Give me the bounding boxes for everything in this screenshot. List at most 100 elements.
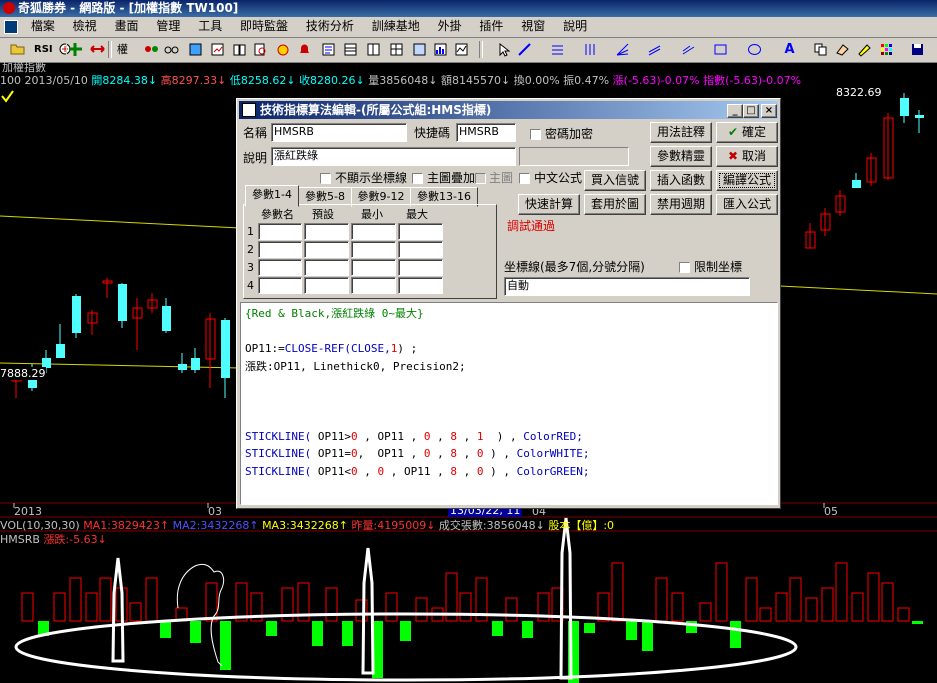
open-folder-icon[interactable] [8, 41, 27, 59]
book-icon[interactable] [230, 41, 249, 59]
candle-down [72, 296, 81, 333]
param-cell[interactable] [304, 223, 349, 240]
draw-fan-icon[interactable] [613, 41, 632, 59]
quick-calc-button[interactable]: 快速計算 [518, 194, 580, 215]
param-cell[interactable] [258, 223, 302, 240]
compile-button[interactable]: 編譯公式 [716, 170, 778, 191]
line-chart-icon[interactable] [452, 41, 471, 59]
menu-tools[interactable]: 工具 [191, 17, 229, 35]
param-cell[interactable] [351, 259, 396, 276]
draw-ellipse-icon[interactable] [745, 41, 764, 59]
menu-addins[interactable]: 插件 [472, 17, 510, 35]
param-cell[interactable] [304, 259, 349, 276]
dialog-titlebar[interactable]: 技術指標算法編輯-(所屬公式組:HMS指標) _ □ × [239, 101, 778, 119]
date-label-march: 03 [208, 505, 222, 518]
param-cell[interactable] [398, 241, 443, 258]
main-overlay-checkbox[interactable] [412, 173, 423, 184]
menu-bar: 檔案 檢視 畫面 管理 工具 即時監盤 技術分析 訓練基地 外掛 插件 視窗 說… [0, 17, 937, 38]
main-checkbox[interactable] [475, 173, 486, 184]
draw-vline-icon[interactable] [580, 41, 599, 59]
menu-training[interactable]: 訓練基地 [365, 17, 427, 35]
color-palette-icon[interactable] [877, 41, 896, 59]
menu-help[interactable]: 說明 [556, 17, 594, 35]
usage-button[interactable]: 用法註釋 [650, 122, 712, 143]
param-cell[interactable] [398, 223, 443, 240]
draw-hline-icon[interactable] [548, 41, 567, 59]
axis-label: 坐標線(最多7個,分號分隔) [504, 260, 645, 274]
code-token: STICKLINE( [245, 464, 312, 478]
table-icon[interactable] [410, 41, 429, 59]
swap-arrows-icon[interactable] [88, 41, 107, 59]
alarm-icon[interactable] [274, 41, 293, 59]
chart-report-icon[interactable] [208, 41, 227, 59]
menu-tech-analysis[interactable]: 技術分析 [299, 17, 361, 35]
draw-channel-icon[interactable] [645, 41, 664, 59]
ok-button[interactable]: ✔ 確定 [716, 122, 778, 143]
param-cell[interactable] [398, 277, 443, 294]
import-formula-button[interactable]: 匯入公式 [716, 194, 778, 215]
param-cell[interactable] [304, 241, 349, 258]
param-cell[interactable] [258, 241, 302, 258]
menu-live-monitor[interactable]: 即時監盤 [233, 17, 295, 35]
buy-signal-button[interactable]: 買入信號 [584, 170, 646, 191]
cancel-button[interactable]: ✖ 取消 [716, 146, 778, 167]
glasses-icon[interactable] [162, 41, 181, 59]
color-dots-icon[interactable] [142, 41, 161, 59]
draw-parallel-icon[interactable] [679, 41, 698, 59]
name-input[interactable]: HMSRB [271, 123, 407, 142]
param-cell[interactable] [351, 223, 396, 240]
bell-icon[interactable] [295, 41, 314, 59]
param-cell[interactable] [398, 259, 443, 276]
password-checkbox[interactable] [530, 129, 541, 140]
disable-period-button[interactable]: 禁用週期 [650, 194, 712, 215]
menu-file[interactable]: 檔案 [24, 17, 62, 35]
maximize-button[interactable]: □ [743, 104, 759, 118]
chinese-formula-checkbox[interactable] [519, 173, 530, 184]
layout-rows-icon[interactable] [341, 41, 360, 59]
param-cell[interactable] [258, 277, 302, 294]
copy-icon[interactable] [811, 41, 830, 59]
minimize-button[interactable]: _ [727, 104, 743, 118]
highlight-icon[interactable] [855, 41, 874, 59]
menu-window[interactable]: 視窗 [514, 17, 552, 35]
formula-code-editor[interactable]: {Red & Black,漲紅跌綠 0~最大} OP11:=CLOSE-REF(C… [240, 302, 778, 505]
axis-input[interactable]: 自動 [504, 277, 750, 296]
menu-screen[interactable]: 畫面 [108, 17, 146, 35]
draw-line-icon[interactable] [515, 41, 534, 59]
stock-f10-icon[interactable] [186, 41, 205, 59]
limit-axis-checkbox[interactable] [679, 262, 690, 273]
draw-text-icon[interactable]: A [780, 41, 799, 59]
pointer-icon[interactable] [494, 41, 513, 59]
move-cross-icon[interactable] [66, 41, 85, 59]
param-cell[interactable] [304, 277, 349, 294]
rights-button[interactable]: 權 [113, 41, 132, 59]
shortcut-input[interactable]: HMSRB [456, 123, 516, 142]
draw-rect-icon[interactable] [711, 41, 730, 59]
bar-chart-icon[interactable] [431, 41, 450, 59]
save-icon[interactable] [908, 41, 927, 59]
app-menu-icon[interactable] [0, 17, 20, 35]
insert-function-button[interactable]: 插入函數 [650, 170, 712, 191]
menu-plugins[interactable]: 外掛 [431, 17, 469, 35]
menu-manage[interactable]: 管理 [149, 17, 187, 35]
apply-to-chart-button[interactable]: 套用於圖 [584, 194, 646, 215]
rsi-button[interactable]: RSI [33, 41, 53, 59]
tab-params-1-4[interactable]: 參數1-4 [245, 185, 299, 207]
code-token: 漲跌:OP11, Linethick0, Precision2; [245, 359, 466, 373]
param-cell[interactable] [351, 277, 396, 294]
param-cell[interactable] [351, 241, 396, 258]
param-wizard-button[interactable]: 參數精靈 [650, 146, 712, 167]
desc-input[interactable]: 漲紅跌綠 [271, 147, 516, 166]
news-icon[interactable] [319, 41, 338, 59]
search-doc-icon[interactable] [251, 41, 270, 59]
eraser-icon[interactable] [833, 41, 852, 59]
hms-legend: HMSRB 漲跌:-5.63↓ [0, 533, 107, 546]
layout-cols-icon[interactable] [364, 41, 383, 59]
layout-grid-icon[interactable] [387, 41, 406, 59]
code-token: OP11= [311, 447, 351, 460]
no-axis-checkbox[interactable] [320, 173, 331, 184]
menu-view[interactable]: 檢視 [66, 17, 104, 35]
param-cell[interactable] [258, 259, 302, 276]
close-button[interactable]: × [761, 104, 777, 118]
